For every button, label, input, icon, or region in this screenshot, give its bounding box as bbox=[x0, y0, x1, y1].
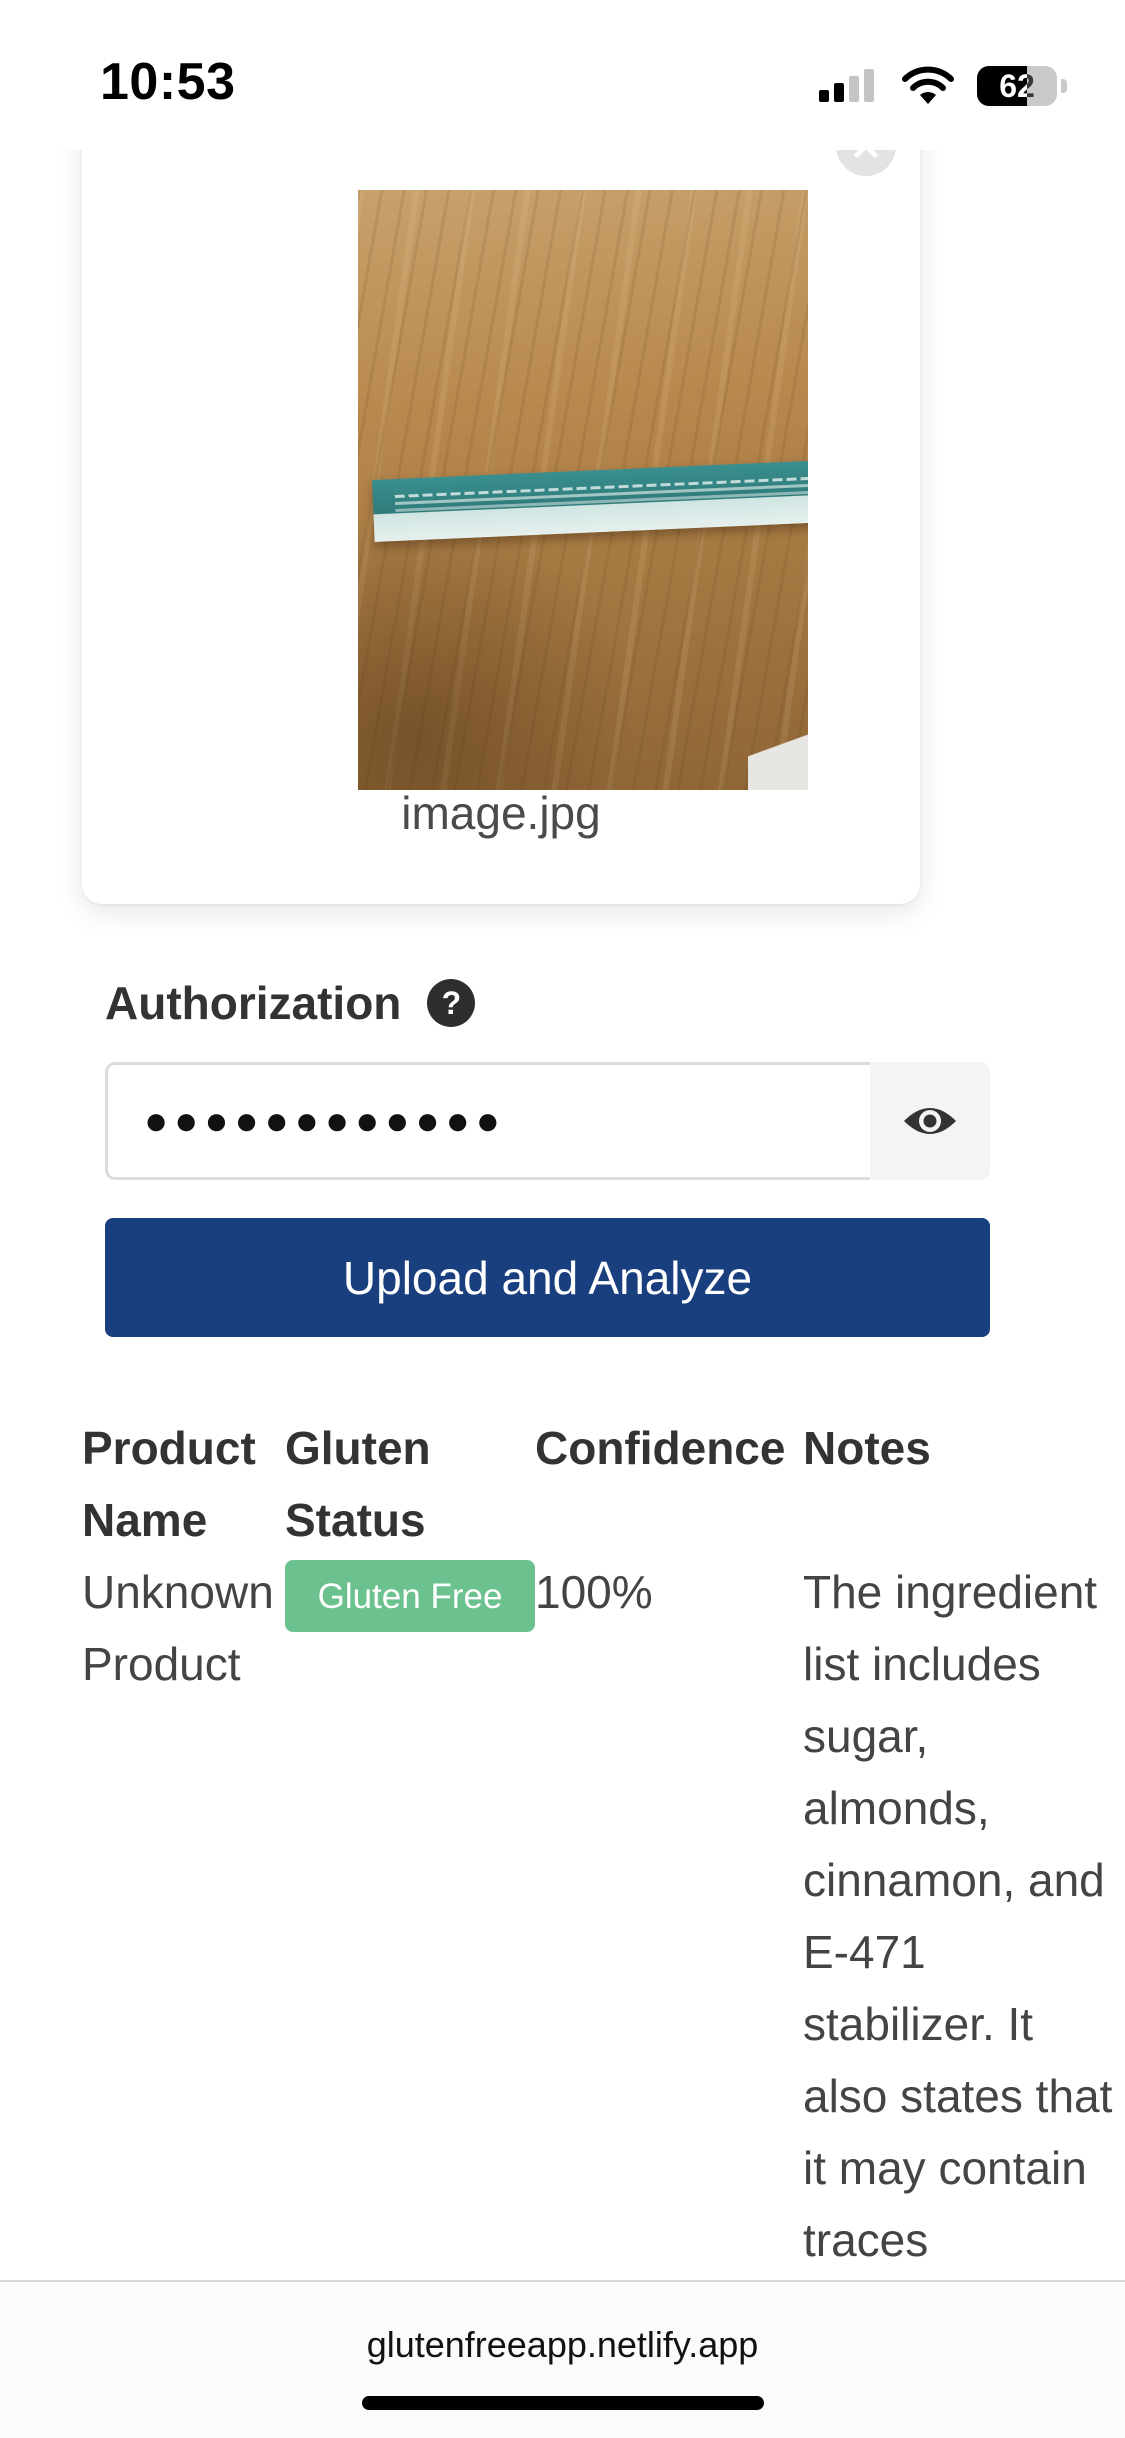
header-confidence: Confidence bbox=[535, 1422, 786, 1474]
battery-level: 62 bbox=[999, 67, 1035, 104]
show-password-button[interactable] bbox=[870, 1062, 990, 1180]
status-bar: 10:53 62 bbox=[0, 0, 1125, 150]
url-text[interactable]: glutenfreeapp.netlify.app bbox=[0, 2324, 1125, 2366]
status-icons: 62 bbox=[817, 62, 1067, 110]
authorization-input[interactable]: ●●●●●●●●●●●● bbox=[105, 1062, 870, 1180]
header-notes: Notes bbox=[803, 1422, 931, 1474]
cell-confidence: 100% bbox=[535, 1566, 653, 1618]
browser-url-bar: glutenfreeapp.netlify.app bbox=[0, 2280, 1125, 2438]
cellular-signal-icon bbox=[819, 69, 874, 102]
file-name: image.jpg bbox=[401, 787, 601, 839]
gluten-status-badge: Gluten Free bbox=[285, 1560, 535, 1632]
authorization-field: ●●●●●●●●●●●● bbox=[105, 1062, 990, 1180]
upload-and-analyze-button[interactable]: Upload and Analyze bbox=[105, 1218, 990, 1337]
header-product-name: Product Name bbox=[82, 1422, 256, 1546]
home-indicator[interactable] bbox=[362, 2396, 764, 2410]
uploaded-image-preview bbox=[358, 190, 808, 790]
cell-product-name: Unknown Product bbox=[82, 1566, 274, 1690]
authorization-label: Authorization bbox=[105, 977, 402, 1029]
header-gluten-status: Gluten Status bbox=[285, 1422, 431, 1546]
battery-cap bbox=[1061, 79, 1067, 93]
authorization-label-row: Authorization ? bbox=[105, 976, 476, 1030]
upload-preview-card: image.jpg bbox=[82, 40, 920, 904]
battery-icon: 62 bbox=[977, 66, 1057, 106]
wifi-icon bbox=[902, 66, 954, 104]
help-icon[interactable]: ? bbox=[427, 979, 476, 1027]
cell-notes: The ingredient list includes sugar, almo… bbox=[803, 1566, 1113, 2266]
eye-icon bbox=[904, 1108, 956, 1134]
status-time: 10:53 bbox=[100, 53, 236, 111]
